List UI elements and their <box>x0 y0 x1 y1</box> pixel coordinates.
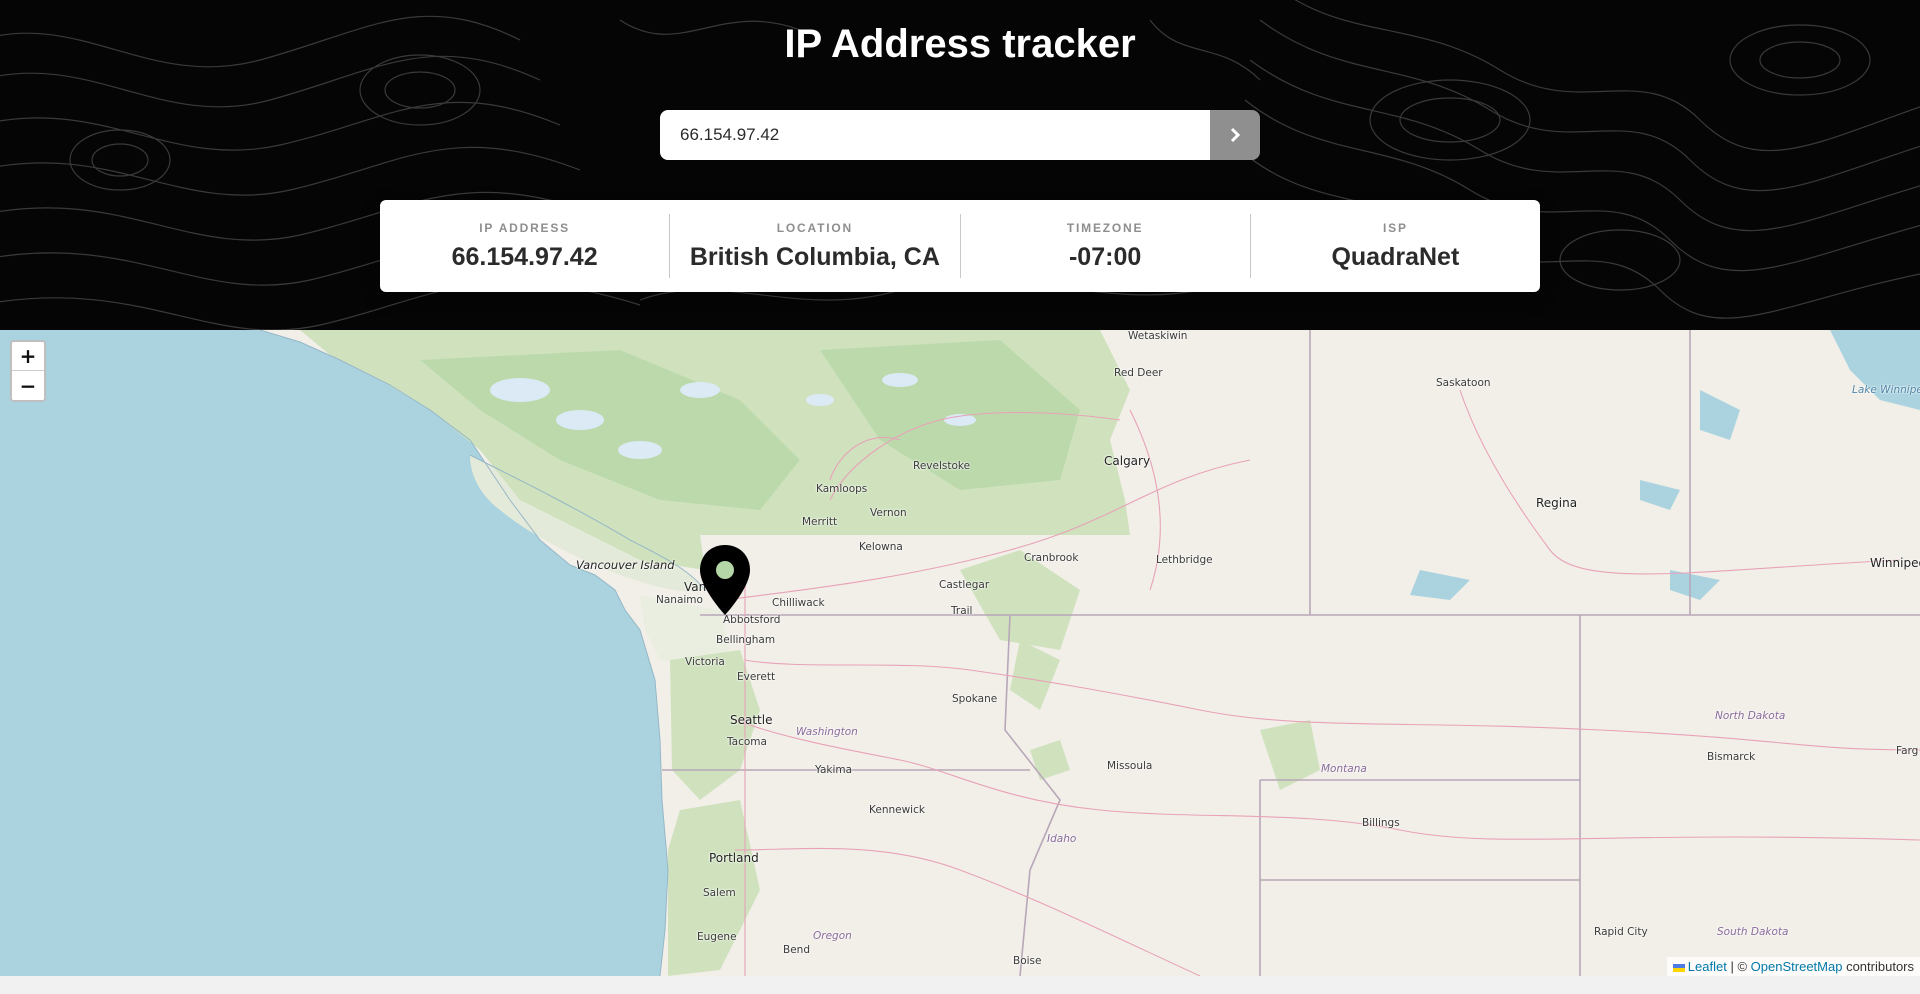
header: IP Address tracker IP ADDRESS 66.154.97.… <box>0 0 1920 330</box>
place-label: Boise <box>1013 955 1042 967</box>
place-label: Oregon <box>813 930 852 942</box>
place-label: Tacoma <box>727 736 767 748</box>
ip-search-input[interactable] <box>660 110 1210 160</box>
place-label: Vancouver Island <box>576 558 675 572</box>
place-label: Calgary <box>1104 454 1151 468</box>
ip-address-value: 66.154.97.42 <box>451 242 598 271</box>
place-label: Bellingham <box>716 634 776 646</box>
map[interactable]: Wetaskiwin Red Deer Saskatoon Lake Winni… <box>0 330 1920 976</box>
place-label: Billings <box>1362 817 1400 829</box>
ip-info-card: IP ADDRESS 66.154.97.42 LOCATION British… <box>380 200 1540 292</box>
zoom-in-button[interactable]: + <box>12 342 44 371</box>
ip-search-form <box>660 110 1260 160</box>
openstreetmap-link[interactable]: OpenStreetMap <box>1751 959 1843 974</box>
place-label: Kennewick <box>869 804 925 816</box>
place-label: Lake Winnipeg <box>1852 384 1920 396</box>
place-label: Montana <box>1321 763 1367 775</box>
place-label: Portland <box>709 851 759 865</box>
place-label: Rapid City <box>1594 926 1648 938</box>
isp-section: ISP QuadraNet <box>1251 214 1540 278</box>
location-value: British Columbia, CA <box>689 242 940 271</box>
place-label: Bismarck <box>1707 751 1756 763</box>
place-label: Bend <box>783 944 810 956</box>
place-label: South Dakota <box>1717 926 1789 938</box>
page-footer <box>0 976 1920 994</box>
place-label: Nanaimo <box>656 594 703 606</box>
timezone-section: TIMEZONE -07:00 <box>961 214 1251 278</box>
place-label: Revelstoke <box>913 460 971 472</box>
chevron-right-icon <box>1230 127 1241 143</box>
place-label: Castlegar <box>939 579 990 591</box>
map-tiles <box>259 330 1920 976</box>
ip-address-label: IP ADDRESS <box>479 220 570 235</box>
place-label: Spokane <box>952 693 998 705</box>
location-section: LOCATION British Columbia, CA <box>670 214 961 278</box>
place-label: Missoula <box>1107 760 1153 772</box>
place-label: Red Deer <box>1114 367 1163 379</box>
place-label: Regina <box>1536 496 1578 510</box>
place-label: Seattle <box>730 713 773 727</box>
place-label: Victoria <box>685 656 725 668</box>
timezone-value: -07:00 <box>1068 242 1142 271</box>
attribution-separator: | © <box>1730 959 1748 974</box>
isp-value: QuadraNet <box>1331 242 1460 271</box>
ip-address-section: IP ADDRESS 66.154.97.42 <box>380 214 671 278</box>
place-label: Trail <box>951 605 973 617</box>
location-pin-icon[interactable] <box>698 543 752 617</box>
map-attribution: Leaflet | © OpenStreetMap contributors <box>1666 957 1920 976</box>
place-label: Washington <box>796 726 858 738</box>
place-label: Everett <box>737 671 776 683</box>
place-label: Eugene <box>697 931 737 943</box>
place-label: Salem <box>703 887 736 899</box>
place-label: Merritt <box>802 516 838 528</box>
place-label: Kelowna <box>859 541 903 553</box>
place-label: Wetaskiwin <box>1128 330 1188 342</box>
place-label: Cranbrook <box>1024 552 1079 564</box>
place-label: Winnipeg <box>1870 556 1920 570</box>
place-label: Lethbridge <box>1156 554 1213 566</box>
place-label: North Dakota <box>1715 710 1786 722</box>
page-title: IP Address tracker <box>784 22 1136 66</box>
attribution-contributors: contributors <box>1846 959 1914 974</box>
location-label: LOCATION <box>776 220 853 235</box>
place-label: Yakima <box>815 764 853 776</box>
place-label: Chilliwack <box>772 597 825 609</box>
place-label: Farg <box>1896 745 1919 757</box>
isp-label: ISP <box>1383 220 1408 235</box>
place-label: Vernon <box>870 507 907 519</box>
zoom-out-button[interactable]: − <box>12 371 44 400</box>
search-submit-button[interactable] <box>1210 110 1260 160</box>
zoom-control: + − <box>10 340 46 402</box>
timezone-label: TIMEZONE <box>1066 220 1144 235</box>
place-label: Saskatoon <box>1436 377 1491 389</box>
leaflet-link[interactable]: Leaflet <box>1688 959 1727 974</box>
ukraine-flag-icon <box>1672 963 1685 972</box>
place-label: Idaho <box>1047 833 1077 845</box>
place-label: Kamloops <box>816 483 868 495</box>
